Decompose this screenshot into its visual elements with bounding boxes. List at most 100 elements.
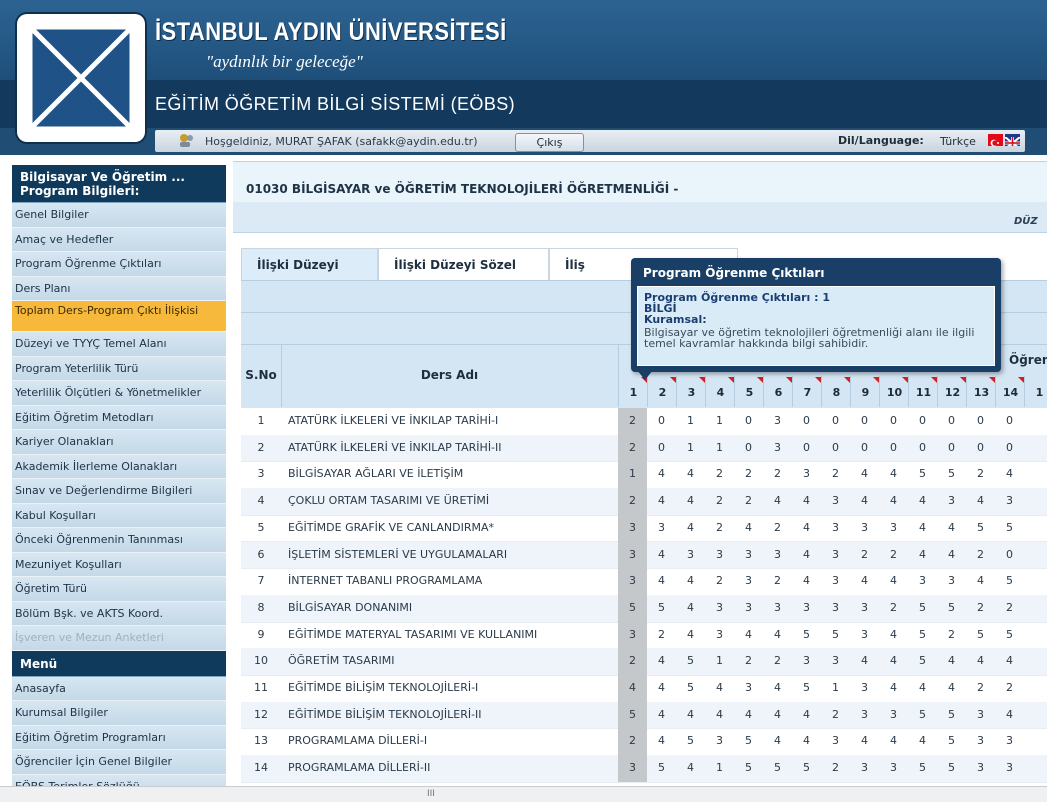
- sidebar-item[interactable]: Program Öğrenme Çıktıları: [12, 252, 226, 277]
- relation-level-cell: 5: [977, 627, 984, 641]
- relation-level-cell: 3: [716, 627, 723, 641]
- outcome-column-header[interactable]: 1: [618, 376, 648, 407]
- relation-level-cell: 4: [658, 654, 665, 668]
- sidebar-item[interactable]: Eğitim Öğretim Metodları: [12, 405, 226, 430]
- relation-level-cell: 2: [774, 574, 781, 588]
- outcome-column-header[interactable]: 1: [1024, 376, 1047, 407]
- relation-level-cell: 4: [861, 494, 868, 508]
- university-logo[interactable]: [17, 14, 145, 142]
- scrollbar-grip[interactable]: III: [427, 789, 435, 799]
- sidebar-item[interactable]: Yeterlilik Ölçütleri & Yönetmelikler: [12, 381, 226, 406]
- sidebar-item[interactable]: Kariyer Olanakları: [12, 430, 226, 455]
- menu-item[interactable]: Öğrenciler İçin Genel Bilgiler: [12, 750, 226, 775]
- sidebar-item[interactable]: Öğretim Türü: [12, 577, 226, 602]
- sidebar-item[interactable]: İşveren ve Mezun Anketleri: [12, 626, 226, 651]
- relation-level-cell: 2: [890, 600, 897, 614]
- relation-level-cell: 4: [861, 734, 868, 748]
- relation-level-cell: 4: [919, 494, 926, 508]
- relation-level-cell: 4: [745, 627, 752, 641]
- outcome-column-header[interactable]: 4: [705, 376, 735, 407]
- relation-level-cell: 3: [948, 574, 955, 588]
- language-value[interactable]: Türkçe: [940, 135, 976, 148]
- relation-level-cell: 4: [890, 494, 897, 508]
- relation-level-cell: 5: [745, 761, 752, 775]
- tab-verbal-level[interactable]: İlişki Düzeyi Sözel: [378, 248, 549, 280]
- outcome-number: 6: [774, 386, 783, 399]
- relation-level-cell: 5: [803, 761, 810, 775]
- relation-level-cell: 5: [948, 707, 955, 721]
- relation-level-cell: 0: [948, 440, 955, 454]
- menu-item[interactable]: Anasayfa: [12, 676, 226, 701]
- sidebar-item[interactable]: Akademik İlerleme Olanakları: [12, 454, 226, 479]
- sidebar-item[interactable]: Sınav ve Değerlendirme Bilgileri: [12, 479, 226, 504]
- tab-numeric-level[interactable]: İlişki Düzeyi Sayısal: [241, 248, 378, 304]
- relation-level-cell: 3: [1006, 494, 1013, 508]
- outcome-column-header[interactable]: 14: [995, 376, 1025, 407]
- relation-level-cell: 2: [658, 627, 665, 641]
- relation-level-cell: 4: [774, 494, 781, 508]
- outcome-column-header[interactable]: 12: [937, 376, 967, 407]
- relation-level-cell: 5: [1006, 627, 1013, 641]
- relation-level-cell: 4: [618, 675, 647, 702]
- relation-level-cell: 5: [977, 520, 984, 534]
- program-subtitle-bar: DÜZ: [233, 202, 1047, 233]
- turkish-flag-icon[interactable]: [988, 134, 1003, 147]
- outcome-column-header[interactable]: 8: [821, 376, 851, 407]
- sidebar-item[interactable]: Genel Bilgiler: [12, 203, 226, 228]
- table-row: 2 ATATÜRK İLKELERİ VE İNKILAP TARİHİ-II 2 0…: [241, 434, 1047, 463]
- sidebar-item[interactable]: Önceki Öğrenmenin Tanınması: [12, 528, 226, 553]
- relation-level-cell: 0: [977, 440, 984, 454]
- table-row: 7 İNTERNET TABANLI PROGRAMLAMA 3 4 4 2 3 2 4 3 4 4 3…: [241, 568, 1047, 596]
- outcome-column-header[interactable]: 7: [792, 376, 822, 407]
- sidebar-item[interactable]: Kabul Koşulları: [12, 503, 226, 528]
- relation-level-cell: 0: [832, 440, 839, 454]
- relation-level-cell: 2: [618, 728, 647, 756]
- relation-level-cell: 4: [687, 627, 694, 641]
- uk-flag-icon[interactable]: [1005, 134, 1020, 146]
- relation-level-cell: 4: [658, 707, 665, 721]
- sidebar-item[interactable]: Ders Planı: [12, 276, 226, 301]
- table-row: 5 EĞİTİMDE GRAFİK VE CANLANDIRMA* 3 3 4 2 4 2 4 3…: [241, 514, 1047, 543]
- outcome-column-header[interactable]: 6: [763, 376, 793, 407]
- outcome-column-header[interactable]: 13: [966, 376, 996, 407]
- sidebar-item[interactable]: Program Yeterlilik Türü: [12, 356, 226, 381]
- program-info-list: Genel Bilgiler Amaç ve Hedefler Program Öğ…: [12, 203, 226, 651]
- sidebar-item[interactable]: Bölüm Bşk. ve AKTS Koord.: [12, 601, 226, 626]
- horizontal-scrollbar[interactable]: III: [0, 786, 1047, 802]
- row-number: 11: [254, 681, 268, 694]
- outcome-column-header[interactable]: 2: [647, 376, 677, 407]
- relation-level-cell: 5: [774, 761, 781, 775]
- relation-level-cell: 4: [687, 494, 694, 508]
- language-label: Dil/Language:: [838, 134, 924, 147]
- relation-level-cell: 1: [716, 440, 723, 454]
- course-name: ÖĞRETİM TASARIMI: [288, 654, 395, 668]
- relation-level-cell: 3: [832, 574, 839, 588]
- relation-level-cell: 4: [803, 520, 810, 534]
- relation-level-cell: 3: [832, 547, 839, 561]
- tooltip-outcome-number: Program Öğrenme Çıktıları : 1: [644, 291, 831, 304]
- outcome-column-header[interactable]: 11: [908, 376, 938, 407]
- relation-level-cell: 4: [948, 547, 955, 561]
- relation-level-cell: 3: [774, 547, 781, 561]
- outcome-column-header[interactable]: 9: [850, 376, 880, 407]
- sidebar-item[interactable]: Amaç ve Hedefler: [12, 227, 226, 252]
- program-title: 01030 BİLGİSAYAR ve ÖĞRETİM TEKNOLOJİLER…: [246, 182, 679, 196]
- browser-page: İSTANBUL AYDIN ÜNİVERSİTESİ "aydınlık bi…: [0, 0, 1047, 802]
- menu-item[interactable]: Eğitim Öğretim Programları: [12, 725, 226, 750]
- outcome-column-header[interactable]: 3: [676, 376, 706, 407]
- row-number: 12: [254, 707, 268, 721]
- outcome-column-header[interactable]: 5: [734, 376, 764, 407]
- relation-level-cell: 3: [618, 514, 647, 542]
- relation-level-cell: 4: [774, 707, 781, 721]
- tooltip-description: Bilgisayar ve öğretim teknolojileri öğre…: [644, 326, 975, 350]
- welcome-text: Hoşgeldiniz, MURAT ŞAFAK (safakk@aydin.e…: [205, 135, 478, 148]
- logout-button[interactable]: Çıkış: [515, 133, 584, 152]
- course-name: PROGRAMLAMA DİLLERİ-II: [288, 761, 431, 775]
- outcome-column-header[interactable]: 10: [879, 376, 909, 407]
- sidebar-item[interactable]: Düzeyi ve TYYÇ Temel Alanı: [12, 332, 226, 357]
- sidebar-item[interactable]: Toplam Ders-Program Çıktı İlişkisi: [12, 301, 226, 332]
- menu-item[interactable]: Kurumsal Bilgiler: [12, 701, 226, 726]
- relation-level-cell: 4: [1006, 707, 1013, 721]
- course-name: EĞİTİMDE GRAFİK VE CANLANDIRMA*: [288, 520, 495, 534]
- sidebar-item[interactable]: Mezuniyet Koşulları: [12, 552, 226, 577]
